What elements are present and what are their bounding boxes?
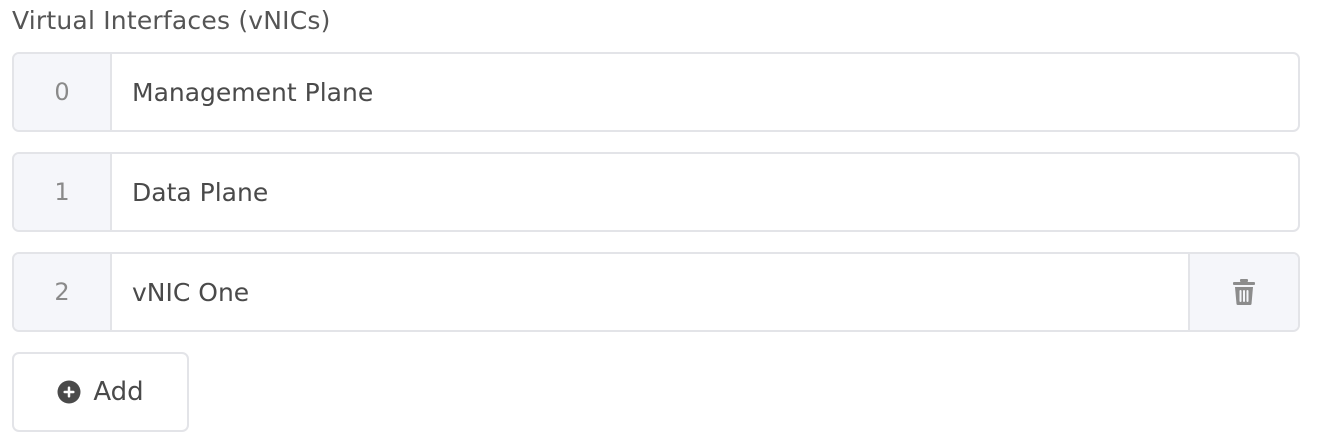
vnic-row: 1: [12, 152, 1300, 232]
vnic-index: 2: [14, 254, 112, 330]
vnic-name-input[interactable]: [112, 154, 1298, 230]
vnic-row: 0: [12, 52, 1300, 132]
vnic-name-input[interactable]: [112, 54, 1298, 130]
plus-circle-icon: [57, 380, 81, 404]
trash-icon: [1233, 279, 1255, 305]
add-vnic-button[interactable]: Add: [12, 352, 189, 432]
vnic-name-input[interactable]: [112, 254, 1188, 330]
delete-vnic-button[interactable]: [1188, 254, 1298, 330]
section-title: Virtual Interfaces (vNICs): [12, 6, 331, 35]
add-button-label: Add: [93, 377, 144, 407]
vnic-list: 0 1 2: [12, 52, 1300, 352]
vnic-index: 0: [14, 54, 112, 130]
vnic-row: 2: [12, 252, 1300, 332]
vnic-index: 1: [14, 154, 112, 230]
